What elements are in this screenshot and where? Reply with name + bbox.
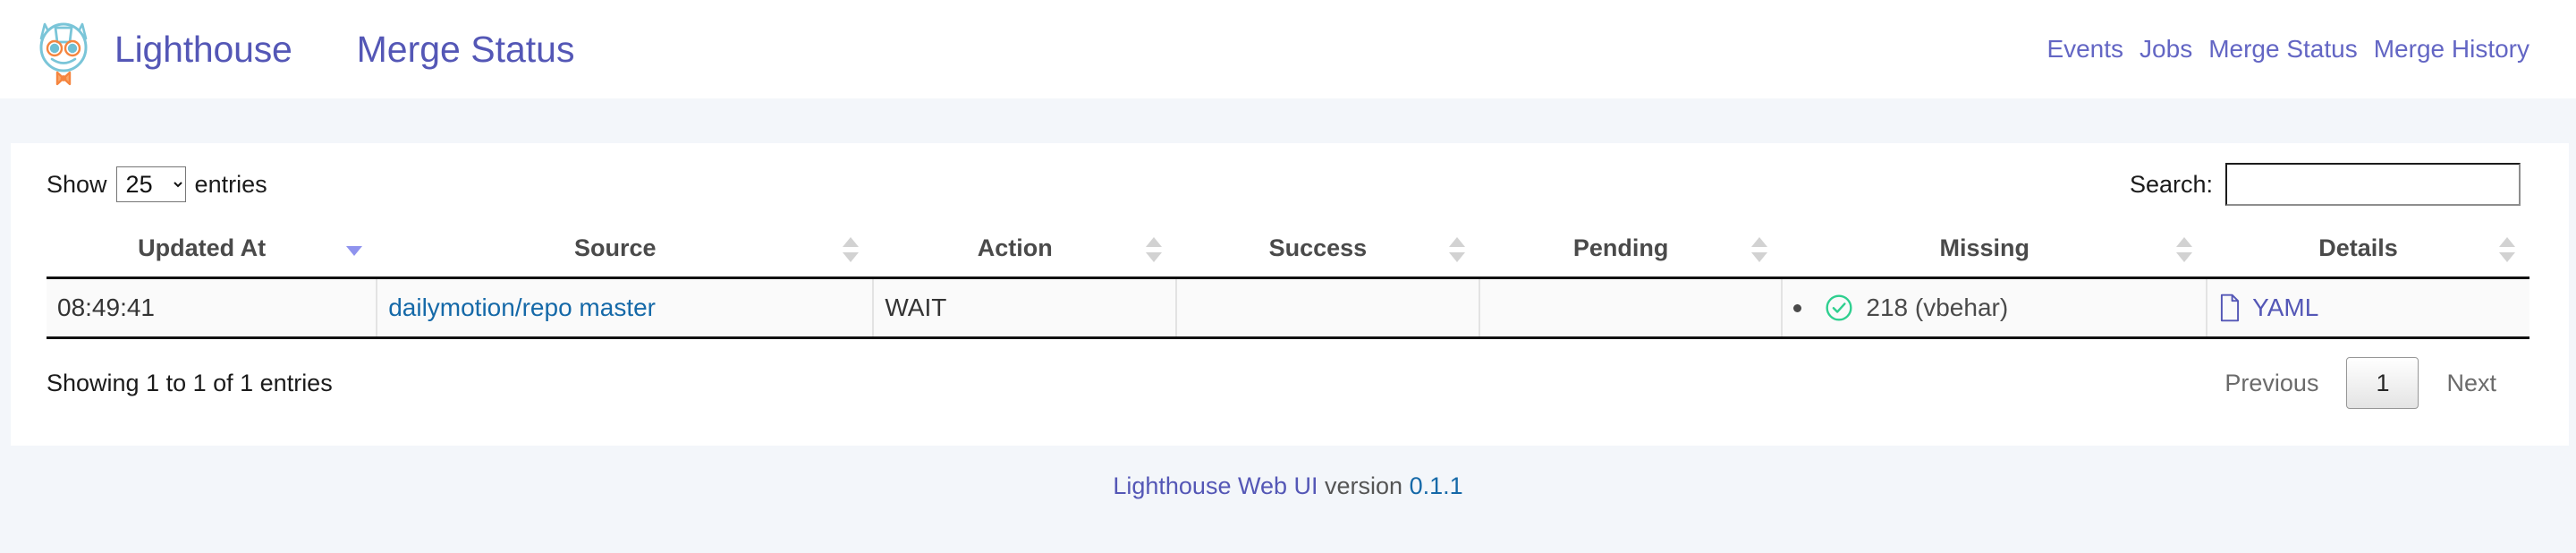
entries-label: entries (195, 171, 267, 199)
sort-arrows-icon (1449, 236, 1465, 263)
table-header-row: Updated At Source Action Success Pending (47, 222, 2529, 278)
footer-version-number[interactable]: 0.1.1 (1410, 472, 1463, 499)
table-body: 08:49:41 dailymotion/repo master WAIT (47, 278, 2529, 338)
primary-nav: Events Jobs Merge Status Merge History (2046, 37, 2529, 62)
nav-link-merge-history[interactable]: Merge History (2374, 37, 2529, 62)
search-input[interactable] (2225, 163, 2521, 206)
nav-link-jobs[interactable]: Jobs (2140, 37, 2192, 62)
show-label: Show (47, 171, 107, 199)
column-label: Source (574, 234, 657, 261)
sort-arrows-icon (1751, 236, 1767, 263)
column-header-action[interactable]: Action (873, 222, 1176, 278)
navbar: Lighthouse Merge Status Events Jobs Merg… (0, 0, 2576, 98)
pagination-next-button[interactable]: Next (2426, 359, 2517, 407)
column-label: Details (2318, 234, 2398, 261)
pagination-page-1-button[interactable]: 1 (2346, 357, 2419, 409)
cell-success (1176, 278, 1479, 338)
search-control: Search: (2130, 163, 2529, 206)
column-header-source[interactable]: Source (377, 222, 873, 278)
footer-version-label (1318, 472, 1326, 499)
merge-status-panel: Show 10 25 50 100 entries Search: Update… (0, 143, 2576, 446)
brand-home-link[interactable]: Lighthouse (25, 8, 292, 90)
sort-arrows-icon (2176, 236, 2192, 263)
column-label: Success (1269, 234, 1368, 261)
column-header-details[interactable]: Details (2207, 222, 2529, 278)
search-label: Search: (2130, 171, 2213, 199)
sort-arrows-icon (346, 236, 362, 263)
footer-lighthouse-link[interactable]: Lighthouse Web UI (1113, 472, 1318, 499)
column-label: Pending (1573, 234, 1669, 261)
cell-action: WAIT (873, 278, 1176, 338)
cell-source: dailymotion/repo master (377, 278, 873, 338)
table-controls: Show 10 25 50 100 entries Search: (47, 143, 2529, 206)
details-yaml-link[interactable]: YAML (2252, 294, 2318, 322)
missing-text: 218 (vbehar) (1866, 294, 2008, 322)
sort-arrows-icon (1146, 236, 1162, 263)
check-circle-icon (1825, 294, 1853, 322)
table-head: Updated At Source Action Success Pending (47, 222, 2529, 278)
table-row[interactable]: 08:49:41 dailymotion/repo master WAIT (47, 278, 2529, 338)
cell-pending (1479, 278, 1783, 338)
footer-space (1402, 472, 1410, 499)
column-header-missing[interactable]: Missing (1782, 222, 2207, 278)
page-length-control: Show 10 25 50 100 entries (47, 166, 267, 202)
page-footer: Lighthouse Web UI version 0.1.1 (0, 446, 2576, 553)
column-header-updated-at[interactable]: Updated At (47, 222, 377, 278)
brand-name: Lighthouse (114, 31, 292, 68)
merge-status-table: Updated At Source Action Success Pending (47, 222, 2529, 339)
cell-updated-at: 08:49:41 (47, 278, 377, 338)
column-label: Action (978, 234, 1053, 261)
pagination-previous-button[interactable]: Previous (2204, 359, 2339, 407)
page-length-select[interactable]: 10 25 50 100 (116, 166, 186, 202)
table-footer: Showing 1 to 1 of 1 entries Previous 1 N… (47, 339, 2529, 409)
nav-link-events[interactable]: Events (2046, 37, 2123, 62)
header-content-divider (0, 98, 2576, 143)
lighthouse-robot-mascot-icon (25, 8, 102, 90)
pagination: Previous 1 Next (2204, 357, 2529, 409)
right-gutter (2569, 143, 2576, 446)
column-header-success[interactable]: Success (1176, 222, 1479, 278)
column-header-pending[interactable]: Pending (1479, 222, 1783, 278)
page-title: Merge Status (357, 31, 575, 68)
left-gutter (0, 143, 11, 446)
footer-version-word: version (1325, 472, 1402, 499)
nav-link-merge-status[interactable]: Merge Status (2208, 37, 2358, 62)
source-link[interactable]: dailymotion/repo master (388, 294, 656, 321)
column-label: Missing (1939, 234, 2029, 261)
footer-text: Lighthouse Web UI version 0.1.1 (1113, 472, 1462, 500)
sort-arrows-icon (2499, 236, 2515, 263)
cell-missing: 218 (vbehar) (1782, 278, 2207, 338)
file-icon (2218, 294, 2241, 322)
cell-details: YAML (2207, 278, 2529, 338)
sort-arrows-icon (843, 236, 859, 263)
column-label: Updated At (138, 234, 266, 261)
table-info: Showing 1 to 1 of 1 entries (47, 370, 333, 397)
bullet-icon (1793, 304, 1801, 312)
